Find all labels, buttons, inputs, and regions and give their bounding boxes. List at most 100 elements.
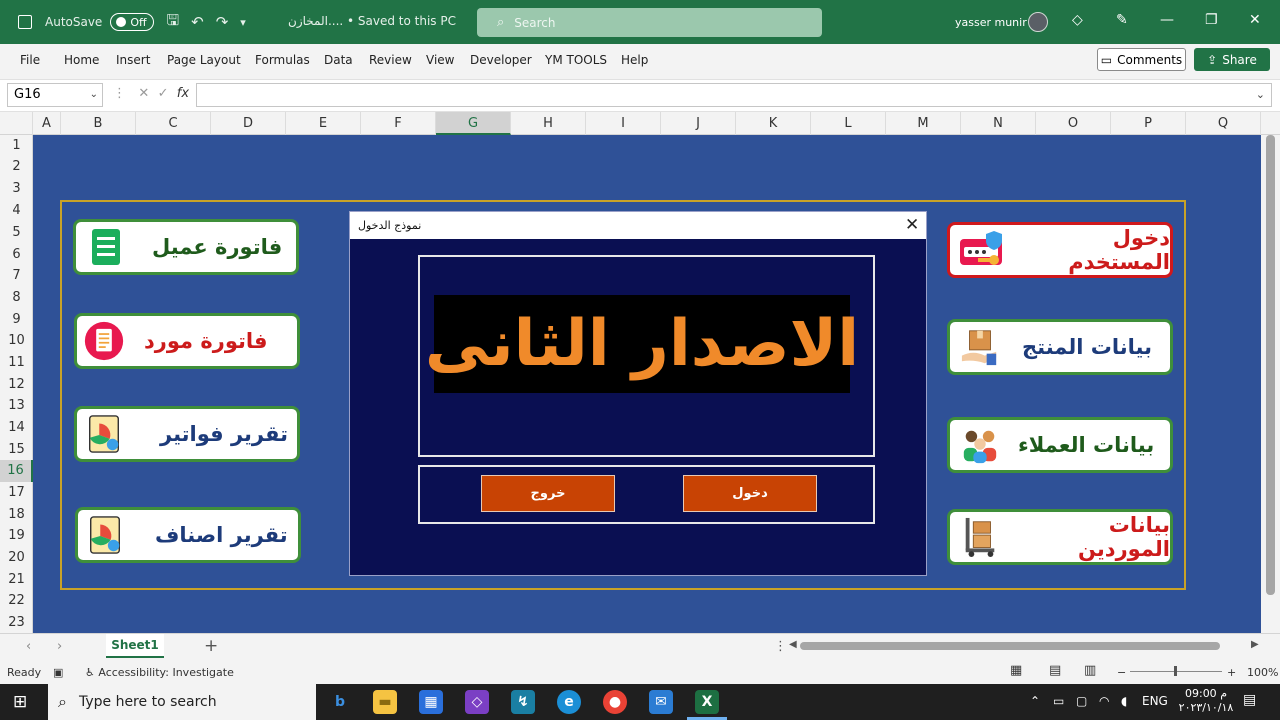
redo-icon[interactable]: ↷ <box>216 13 229 31</box>
close-icon[interactable]: ✕ <box>905 215 919 235</box>
column-header[interactable]: B <box>61 112 136 135</box>
column-header[interactable]: I <box>586 112 661 135</box>
normal-view-icon[interactable]: ▦ <box>1010 663 1022 678</box>
items-report-button[interactable]: تقرير اصناف <box>75 507 301 563</box>
autosave-toggle[interactable]: Off <box>110 13 155 31</box>
share-button[interactable]: ⇪ Share <box>1194 48 1270 71</box>
row-header-selected[interactable]: 16 <box>0 460 33 482</box>
product-data-button[interactable]: بيانات المنتج <box>947 319 1173 375</box>
row-header[interactable]: 17 <box>0 482 33 504</box>
column-header[interactable]: O <box>1036 112 1111 135</box>
customers-data-button[interactable]: بيانات العملاء <box>947 417 1173 473</box>
windows-start-icon[interactable]: ⊞ <box>13 692 27 712</box>
row-header[interactable]: 2 <box>0 156 33 178</box>
diamond-icon[interactable]: ◇ <box>1072 12 1083 28</box>
tab-review[interactable]: Review <box>369 53 412 67</box>
column-header[interactable]: F <box>361 112 436 135</box>
mail-icon[interactable]: ✉ <box>649 690 673 714</box>
invoices-report-button[interactable]: تقرير فواتير <box>74 406 300 462</box>
comments-button[interactable]: ▭ Comments <box>1097 48 1186 71</box>
user-login-button[interactable]: دخول المستخدم <box>947 222 1173 278</box>
edge-icon[interactable]: e <box>557 690 581 714</box>
dialog-titlebar[interactable]: نموذج الدخول ✕ <box>350 212 926 239</box>
row-header[interactable]: 1 <box>0 135 33 156</box>
taskbar-search[interactable]: ⌕ Type here to search <box>48 684 316 720</box>
close-icon[interactable]: ✕ <box>1249 12 1261 28</box>
notifications-icon[interactable]: ▤ <box>1243 692 1256 708</box>
customer-invoice-button[interactable]: فاتورة عميل <box>73 219 299 275</box>
row-header[interactable]: 12 <box>0 374 33 395</box>
row-header[interactable]: 14 <box>0 417 33 439</box>
formula-input[interactable]: ⌄ <box>196 83 1272 107</box>
document-title[interactable]: المخازن.... • Saved to this PC <box>288 14 456 28</box>
column-header[interactable]: P <box>1111 112 1186 135</box>
column-header[interactable]: K <box>736 112 811 135</box>
row-header[interactable]: 20 <box>0 547 33 569</box>
column-header[interactable]: Q <box>1186 112 1261 135</box>
row-header[interactable]: 13 <box>0 395 33 417</box>
search-box[interactable]: ⌕ Search <box>477 8 822 37</box>
tab-help[interactable]: Help <box>621 53 648 67</box>
login-button[interactable]: دخول <box>683 475 817 512</box>
row-header[interactable]: 21 <box>0 569 33 590</box>
row-header[interactable]: 19 <box>0 525 33 547</box>
column-header[interactable]: E <box>286 112 361 135</box>
column-header[interactable]: C <box>136 112 211 135</box>
file-explorer-icon[interactable]: ▬ <box>373 690 397 714</box>
row-header[interactable]: 11 <box>0 352 33 374</box>
tab-data[interactable]: Data <box>324 53 353 67</box>
scroll-right-icon[interactable]: ▶ <box>1251 639 1259 650</box>
scroll-left-icon[interactable]: ◀ <box>789 639 797 650</box>
column-header[interactable]: H <box>511 112 586 135</box>
bing-icon[interactable]: b <box>328 690 352 714</box>
customize-qat-icon[interactable]: ▾ <box>240 16 246 29</box>
column-header[interactable]: J <box>661 112 736 135</box>
chrome-icon[interactable]: ● <box>603 690 627 714</box>
select-all-corner[interactable] <box>0 112 33 135</box>
tab-developer[interactable]: Developer <box>470 53 532 67</box>
page-break-view-icon[interactable]: ▥ <box>1084 663 1096 678</box>
horizontal-scrollbar[interactable] <box>790 640 1260 652</box>
column-header-selected[interactable]: G <box>436 112 511 135</box>
tab-ym-tools[interactable]: YM TOOLS <box>545 53 607 67</box>
tab-view[interactable]: View <box>426 53 454 67</box>
expand-formula-icon[interactable]: ⌄ <box>1256 88 1265 101</box>
row-header[interactable]: 5 <box>0 222 33 244</box>
row-header[interactable]: 9 <box>0 309 33 330</box>
row-header[interactable]: 22 <box>0 590 33 612</box>
column-header[interactable]: A <box>33 112 61 135</box>
row-header[interactable]: 6 <box>0 244 33 265</box>
row-header[interactable]: 23 <box>0 612 33 633</box>
undo-icon[interactable]: ↶ <box>191 13 204 31</box>
wifi-icon[interactable]: ◠ <box>1099 694 1109 708</box>
row-header[interactable]: 8 <box>0 287 33 309</box>
row-header[interactable]: 3 <box>0 178 33 200</box>
display-icon[interactable]: ▢ <box>1076 694 1087 708</box>
visual-studio-icon[interactable]: ◇ <box>465 690 489 714</box>
app-icon[interactable]: ↯ <box>511 690 535 714</box>
column-header[interactable]: D <box>211 112 286 135</box>
tab-page-layout[interactable]: Page Layout <box>167 53 241 67</box>
cancel-icon[interactable]: ✕ <box>138 86 149 101</box>
chevron-left-icon[interactable]: ‹ <box>26 639 31 654</box>
language-indicator[interactable]: ENG <box>1142 694 1168 708</box>
insert-function-button[interactable]: fx <box>177 86 189 101</box>
zoom-out-icon[interactable]: − <box>1117 666 1126 679</box>
row-header[interactable]: 18 <box>0 504 33 525</box>
sheet-tab-sheet1[interactable]: Sheet1 <box>106 634 164 658</box>
name-box[interactable]: G16 ⌄ <box>7 83 103 107</box>
row-header[interactable]: 7 <box>0 265 33 287</box>
zoom-slider-handle[interactable] <box>1174 666 1177 676</box>
excel-taskbar-icon[interactable]: X <box>695 690 719 714</box>
store-icon[interactable]: ▦ <box>419 690 443 714</box>
tab-formulas[interactable]: Formulas <box>255 53 310 67</box>
save-icon[interactable]: 🖫 <box>166 10 179 35</box>
exit-button[interactable]: خروج <box>481 475 615 512</box>
zoom-in-icon[interactable]: + <box>1227 666 1236 679</box>
speaker-icon[interactable]: ◖ <box>1121 694 1127 708</box>
chevron-up-icon[interactable]: ⌃ <box>1030 694 1040 708</box>
vertical-scrollbar[interactable] <box>1261 135 1280 633</box>
page-layout-view-icon[interactable]: ▤ <box>1049 663 1061 678</box>
column-header[interactable]: L <box>811 112 886 135</box>
column-header[interactable]: N <box>961 112 1036 135</box>
